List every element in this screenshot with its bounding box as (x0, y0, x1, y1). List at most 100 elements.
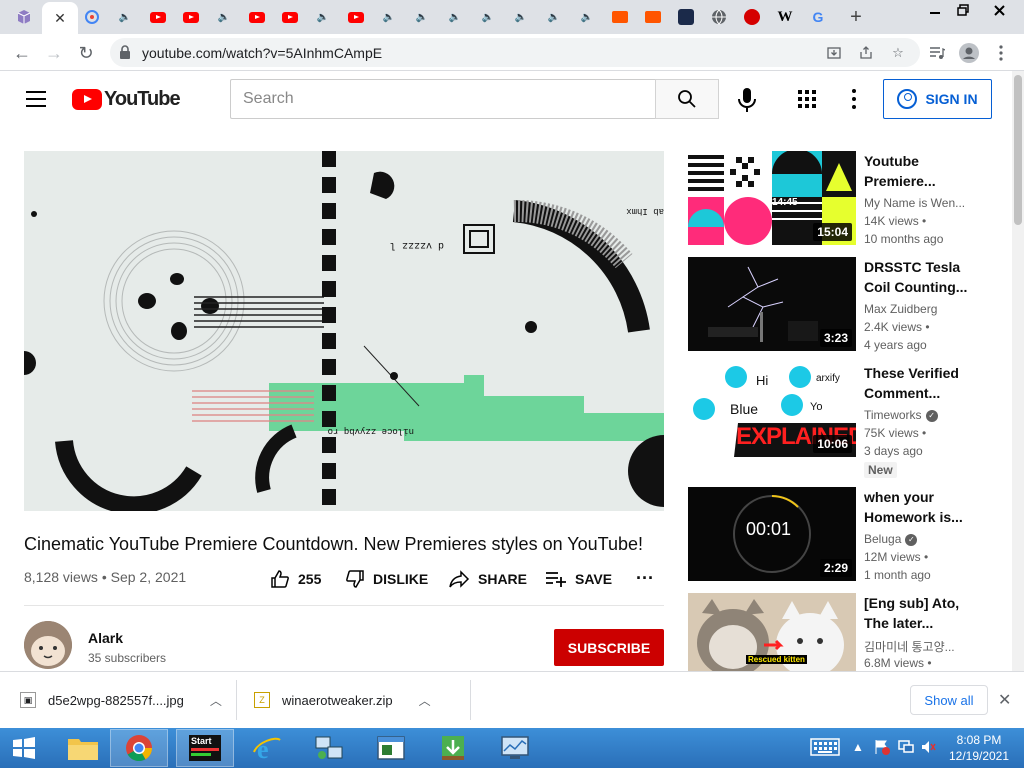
tab-21[interactable] (670, 4, 702, 30)
taskbar-window-app[interactable] (362, 729, 420, 767)
download-item[interactable]: Z winaerotweaker.zip ︿ (254, 684, 431, 716)
recommendation-item[interactable]: 3:23 DRSSTC Tesla Coil Counting... Max Z… (688, 257, 988, 352)
recommendation-channel[interactable]: Timeworks ✓ (864, 408, 938, 422)
browser-menu-icon[interactable] (990, 42, 1012, 64)
forward-button[interactable]: → (42, 41, 66, 65)
taskbar-chrome[interactable] (110, 729, 168, 767)
settings-menu-icon[interactable] (852, 89, 856, 109)
recommendation-item[interactable]: 00:01 2:29 when your Homework is... Belu… (688, 487, 988, 582)
taskbar-download-app[interactable] (424, 729, 482, 767)
tab-25[interactable]: G (802, 4, 834, 30)
tab-16[interactable]: 🔈 (505, 4, 537, 30)
keyboard-icon[interactable] (810, 738, 840, 759)
apps-grid-icon[interactable] (798, 90, 816, 108)
tab-10[interactable]: 🔈 (307, 4, 339, 30)
taskbar-ie[interactable]: e (238, 729, 296, 767)
tab-3[interactable] (76, 4, 108, 30)
tab-5[interactable] (142, 4, 174, 30)
taskbar-start-app[interactable]: Start (176, 729, 234, 767)
recommendation-channel[interactable]: Max Zuidberg (864, 302, 937, 316)
close-tab-icon[interactable]: ✕ (51, 9, 69, 27)
tab-20[interactable] (637, 4, 669, 30)
restore-button[interactable] (948, 0, 978, 20)
tab-12[interactable]: 🔈 (373, 4, 405, 30)
tab-active[interactable]: ✕ (42, 2, 78, 34)
close-download-bar-icon[interactable]: ✕ (998, 690, 1011, 710)
network-icon (315, 736, 343, 759)
recommendation-title[interactable]: [Eng sub] Ato, The later... (864, 593, 974, 633)
tab-1[interactable] (8, 4, 40, 30)
recommendation-title[interactable]: DRSSTC Tesla Coil Counting... (864, 257, 974, 297)
video-player[interactable]: d vzzzz l ab Ihmx niloce zzyvbq ro (24, 151, 664, 511)
page-scrollbar[interactable] (1012, 71, 1024, 671)
recommendation-title[interactable]: when your Homework is... (864, 487, 974, 527)
flag-icon[interactable] (874, 739, 890, 758)
reload-button[interactable]: ↻ (74, 41, 98, 65)
tab-23[interactable] (736, 4, 768, 30)
recommendation-item[interactable]: 14:45 15:04 Youtube Premiere... My Name … (688, 151, 988, 246)
tab-24[interactable]: W (769, 4, 801, 30)
recommendation-channel[interactable]: My Name is Wen... (864, 196, 965, 210)
recommendation-title[interactable]: Youtube Premiere... (864, 151, 974, 191)
tab-18[interactable]: 🔈 (571, 4, 603, 30)
chevron-up-icon[interactable]: ︿ (419, 692, 431, 709)
subscribe-button[interactable]: SUBSCRIBE (554, 629, 664, 666)
volume-icon[interactable] (920, 739, 936, 758)
install-icon[interactable] (824, 43, 844, 63)
tab-7[interactable]: 🔈 (208, 4, 240, 30)
youtube-logo[interactable]: YouTube (72, 87, 181, 111)
share-button[interactable]: SHARE (448, 569, 527, 589)
tab-9[interactable] (274, 4, 306, 30)
channel-name[interactable]: Alark (88, 630, 123, 646)
start-button[interactable] (4, 729, 44, 767)
tab-4[interactable]: 🔈 (109, 4, 141, 30)
video-thumbnail: 00:01 2:29 (688, 487, 856, 581)
new-tab-button[interactable]: + (842, 5, 870, 29)
tab-8[interactable] (241, 4, 273, 30)
back-button[interactable]: ← (10, 41, 34, 65)
close-window-button[interactable] (982, 0, 1016, 20)
bookmark-star-icon[interactable]: ☆ (888, 43, 908, 63)
recommendation-item[interactable]: Hi arxify Blue Yo EXPLAINED! 10:06 These… (688, 363, 988, 478)
tray-overflow-icon[interactable]: ▲ (852, 740, 864, 754)
tab-19[interactable] (604, 4, 636, 30)
tab-11[interactable] (340, 4, 372, 30)
scrollbar-thumb[interactable] (1014, 75, 1022, 225)
recommendation-channel[interactable]: Beluga ✓ (864, 532, 918, 546)
chevron-up-icon[interactable]: ︿ (210, 692, 222, 709)
download-item[interactable]: ▣ d5e2wpg-882557f....jpg ︿ (20, 684, 222, 716)
address-bar[interactable]: youtube.com/watch?v=5AInhmCAmpE ☆ (110, 38, 920, 67)
channel-avatar[interactable] (24, 621, 72, 669)
taskbar-monitor-app[interactable] (486, 729, 544, 767)
tab-6[interactable] (175, 4, 207, 30)
media-control-icon[interactable] (926, 42, 948, 64)
youtube-icon (183, 11, 199, 23)
like-button[interactable]: 255 (270, 569, 321, 589)
tab-15[interactable]: 🔈 (472, 4, 504, 30)
profile-icon[interactable] (958, 42, 980, 64)
channel-text: Beluga (864, 532, 902, 546)
voice-search-button[interactable] (736, 87, 758, 113)
dislike-button[interactable]: DISLIKE (345, 569, 428, 589)
recommendation-item[interactable]: Rescued kitten [Eng sub] Ato, The later.… (688, 593, 988, 671)
taskbar-explorer[interactable] (54, 729, 112, 767)
search-button[interactable] (655, 79, 719, 119)
tab-13[interactable]: 🔈 (406, 4, 438, 30)
wikipedia-icon: W (777, 8, 793, 25)
network-tray-icon[interactable] (898, 739, 914, 758)
system-clock[interactable]: 8:08 PM 12/19/2021 (942, 732, 1016, 764)
search-input[interactable]: Search (230, 79, 656, 119)
show-all-button[interactable]: Show all (910, 685, 988, 715)
minimize-button[interactable] (920, 0, 950, 20)
tab-22[interactable] (703, 4, 735, 30)
more-actions-icon[interactable]: ··· (636, 568, 654, 589)
tab-14[interactable]: 🔈 (439, 4, 471, 30)
recommendation-channel[interactable]: 김마미네 통고양... (864, 638, 955, 655)
taskbar-network[interactable] (300, 729, 358, 767)
menu-icon[interactable] (26, 91, 46, 107)
recommendation-title[interactable]: These Verified Comment... (864, 363, 974, 403)
sign-in-button[interactable]: SIGN IN (883, 79, 992, 119)
share-page-icon[interactable] (856, 43, 876, 63)
save-button[interactable]: SAVE (545, 569, 612, 589)
tab-17[interactable]: 🔈 (538, 4, 570, 30)
